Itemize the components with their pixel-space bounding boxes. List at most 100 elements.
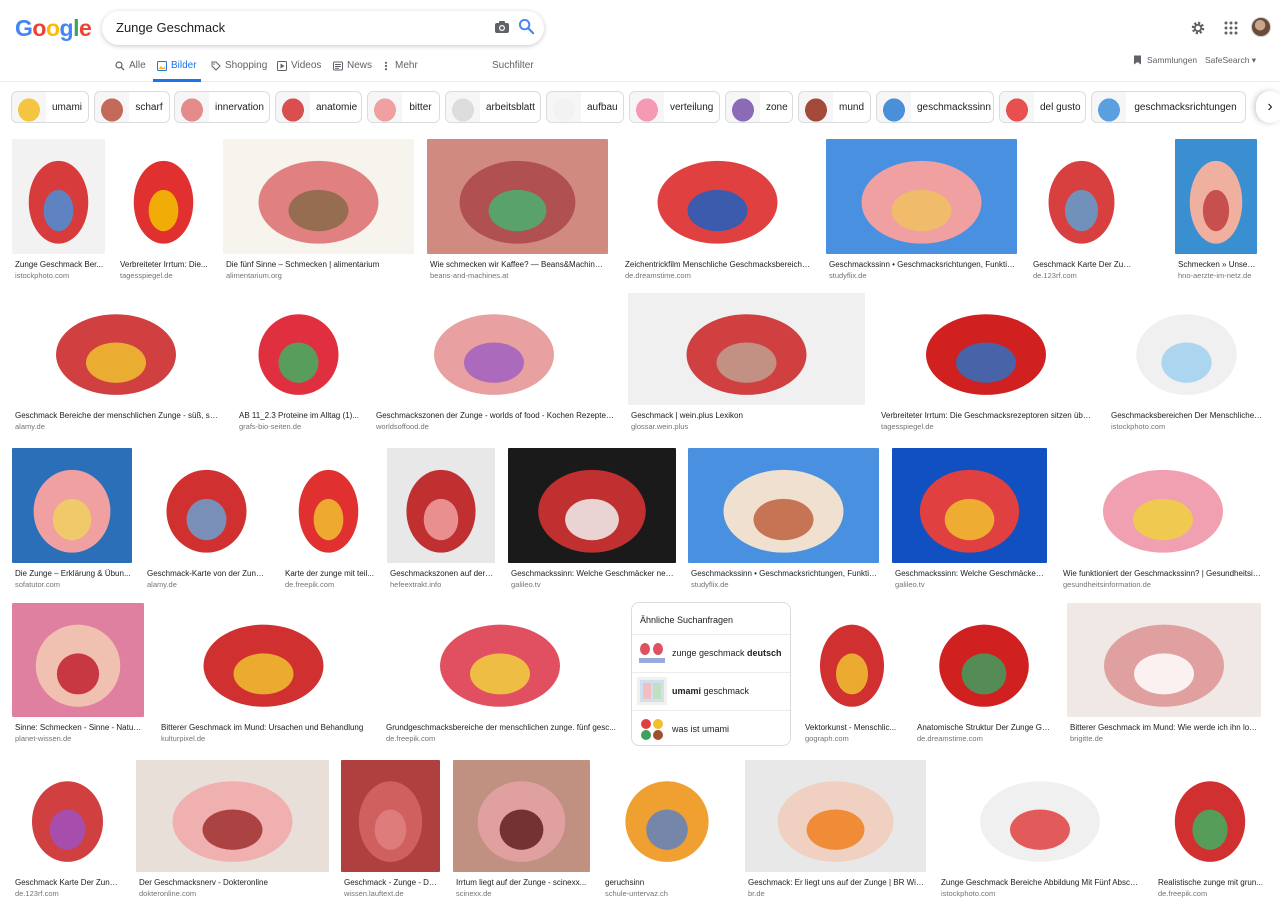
collections-link[interactable]: Sammlungen xyxy=(1133,55,1197,65)
result-thumbnail[interactable] xyxy=(427,139,608,254)
image-result[interactable]: Zunge Geschmack Ber... istockphoto.com xyxy=(12,139,105,284)
result-title[interactable]: Realistische zunge mit grun... xyxy=(1158,878,1264,887)
chip-bitter[interactable]: bitter xyxy=(367,91,440,123)
image-result[interactable]: Schmecken » Unsere Si... hno-aerzte-im-ne… xyxy=(1175,139,1257,284)
result-thumbnail[interactable] xyxy=(383,603,617,717)
result-title[interactable]: geruchsinn xyxy=(605,878,731,887)
result-thumbnail[interactable] xyxy=(12,293,220,405)
image-result[interactable]: Geschmackssinn • Geschmacksrichtungen, F… xyxy=(688,448,879,593)
image-result[interactable]: Geschmack: Er liegt uns auf der Zunge | … xyxy=(745,760,926,902)
result-thumbnail[interactable] xyxy=(117,139,210,254)
result-title[interactable]: Geschmack: Er liegt uns auf der Zunge | … xyxy=(748,878,925,887)
image-result[interactable]: Geschmack - Zunge - Der... wissen.lauftex… xyxy=(341,760,440,902)
chip-aufbau[interactable]: aufbau xyxy=(546,91,624,123)
image-result[interactable]: Geschmack Bereiche der menschlichen Zung… xyxy=(12,293,220,435)
result-title[interactable]: Der Geschmacksnerv - Dokteronline xyxy=(139,878,328,887)
image-result[interactable]: Verbreiteter Irrtum: Die... tagesspiegel.… xyxy=(117,139,210,284)
chevron-right-icon[interactable]: › xyxy=(1256,91,1280,123)
result-thumbnail[interactable] xyxy=(628,293,865,405)
image-result[interactable]: Zeichentrickfilm Menschliche Geschmacksb… xyxy=(622,139,813,284)
image-result[interactable]: Wie schmecken wir Kaffee? — Beans&Machin… xyxy=(427,139,608,284)
result-thumbnail[interactable] xyxy=(387,448,495,563)
image-result[interactable]: Geschmack-Karte von der Zunge... alamy.de xyxy=(144,448,269,593)
tab-shopping[interactable]: Shopping xyxy=(211,60,267,82)
related-search-item[interactable]: umami geschmack xyxy=(632,672,790,709)
result-thumbnail[interactable] xyxy=(12,603,144,717)
image-result[interactable]: Wie funktioniert der Geschmackssinn? | G… xyxy=(1060,448,1266,593)
result-title[interactable]: Geschmackssinn: Welche Geschmäcker neh..… xyxy=(511,569,675,578)
image-result[interactable]: Geschmack Karte Der Zunge... de.123rf.com xyxy=(12,760,123,902)
result-title[interactable]: Zeichentrickfilm Menschliche Geschmacksb… xyxy=(625,260,812,269)
result-thumbnail[interactable] xyxy=(144,448,269,563)
result-title[interactable]: Grundgeschmacksbereiche der menschlichen… xyxy=(386,723,616,732)
result-thumbnail[interactable] xyxy=(223,139,414,254)
result-thumbnail[interactable] xyxy=(1030,139,1133,254)
image-result[interactable]: Geschmack | wein.plus Lexikon glossar.wei… xyxy=(628,293,865,435)
result-thumbnail[interactable] xyxy=(802,603,902,717)
result-thumbnail[interactable] xyxy=(282,448,375,563)
tab-news[interactable]: News xyxy=(333,60,372,82)
image-result[interactable]: Zunge Geschmack Bereiche Abbildung Mit F… xyxy=(938,760,1142,902)
chip-geschmackssinn[interactable]: geschmackssinn xyxy=(876,91,994,123)
chip-anatomie[interactable]: anatomie xyxy=(275,91,362,123)
result-thumbnail[interactable] xyxy=(1155,760,1265,872)
result-title[interactable]: Bitterer Geschmack im Mund: Ursachen und… xyxy=(161,723,368,732)
chip-zone[interactable]: zone xyxy=(725,91,793,123)
result-title[interactable]: Die Zunge – Erklärung & Übun... xyxy=(15,569,131,578)
image-result[interactable]: Anatomische Struktur Der Zunge Ge... de.d… xyxy=(914,603,1054,747)
result-title[interactable]: Schmecken » Unsere Si... xyxy=(1178,260,1256,269)
image-result[interactable]: Die fünf Sinne – Schmecken | alimentariu… xyxy=(223,139,414,284)
result-title[interactable]: Zunge Geschmack Bereiche Abbildung Mit F… xyxy=(941,878,1141,887)
result-title[interactable]: Geschmack Karte Der Zunge Mit ... xyxy=(1033,260,1132,269)
result-thumbnail[interactable] xyxy=(1108,293,1265,405)
image-result[interactable]: geruchsinn schule-untervaz.ch xyxy=(602,760,732,902)
image-result[interactable]: Geschmacksbereichen Der Menschlichen ...… xyxy=(1108,293,1265,435)
result-thumbnail[interactable] xyxy=(236,293,361,405)
result-thumbnail[interactable] xyxy=(602,760,732,872)
result-thumbnail[interactable] xyxy=(878,293,1094,405)
result-title[interactable]: Zunge Geschmack Ber... xyxy=(15,260,104,269)
chip-innervation[interactable]: innervation xyxy=(174,91,270,123)
search-icon[interactable] xyxy=(518,18,535,35)
chip-umami[interactable]: umami xyxy=(11,91,89,123)
image-result[interactable]: Realistische zunge mit grun... de.freepik… xyxy=(1155,760,1265,902)
result-title[interactable]: Verbreiteter Irrtum: Die Geschmacksrezep… xyxy=(881,411,1093,420)
result-thumbnail[interactable] xyxy=(622,139,813,254)
result-title[interactable]: Verbreiteter Irrtum: Die... xyxy=(120,260,209,269)
image-result[interactable]: Geschmackszonen der Zunge - worlds of fo… xyxy=(373,293,615,435)
google-logo[interactable]: Google xyxy=(15,15,92,42)
tab-bilder[interactable]: Bilder xyxy=(153,60,201,82)
result-thumbnail[interactable] xyxy=(938,760,1142,872)
image-result[interactable]: Die Zunge – Erklärung & Übun... sofatutor… xyxy=(12,448,132,593)
result-title[interactable]: Geschmacksbereichen Der Menschlichen ... xyxy=(1111,411,1264,420)
result-thumbnail[interactable] xyxy=(745,760,926,872)
tab-videos[interactable]: Videos xyxy=(277,60,321,82)
chip-mund[interactable]: mund xyxy=(798,91,871,123)
gear-icon[interactable] xyxy=(1190,20,1206,36)
result-thumbnail[interactable] xyxy=(12,448,132,563)
result-thumbnail[interactable] xyxy=(453,760,590,872)
chip-arbeitsblatt[interactable]: arbeitsblatt xyxy=(445,91,541,123)
image-result[interactable]: Bitterer Geschmack im Mund: Wie werde ic… xyxy=(1067,603,1261,747)
result-thumbnail[interactable] xyxy=(1175,139,1257,254)
image-result[interactable]: Verbreiteter Irrtum: Die Geschmacksrezep… xyxy=(878,293,1094,435)
image-result[interactable]: Grundgeschmacksbereiche der menschlichen… xyxy=(383,603,617,747)
avatar[interactable] xyxy=(1251,17,1271,37)
image-result[interactable]: Geschmackssinn • Geschmacksrichtungen, F… xyxy=(826,139,1017,284)
apps-grid-icon[interactable] xyxy=(1224,21,1238,35)
tab-alle[interactable]: Alle xyxy=(115,60,146,82)
image-result[interactable]: Sinne: Schmecken - Sinne - Natur - ... pl… xyxy=(12,603,144,747)
related-search-item[interactable]: zunge geschmack deutsch xyxy=(632,634,790,671)
related-search-item[interactable]: was ist umami xyxy=(632,710,790,745)
result-title[interactable]: Geschmack - Zunge - Der... xyxy=(344,878,439,887)
tab-suchfilter[interactable]: Suchfilter xyxy=(492,60,534,82)
result-thumbnail[interactable] xyxy=(373,293,615,405)
safesearch-menu[interactable]: SafeSearch ▾ xyxy=(1205,55,1256,66)
image-result[interactable]: Irrtum liegt auf der Zunge - scinexx... s… xyxy=(453,760,590,902)
result-title[interactable]: Anatomische Struktur Der Zunge Ge... xyxy=(917,723,1053,732)
result-title[interactable]: Bitterer Geschmack im Mund: Wie werde ic… xyxy=(1070,723,1260,732)
result-thumbnail[interactable] xyxy=(688,448,879,563)
result-title[interactable]: Wie schmecken wir Kaffee? — Beans&Machin… xyxy=(430,260,607,269)
result-thumbnail[interactable] xyxy=(341,760,440,872)
result-title[interactable]: Geschmackssinn: Welche Geschmäcker ... xyxy=(895,569,1046,578)
